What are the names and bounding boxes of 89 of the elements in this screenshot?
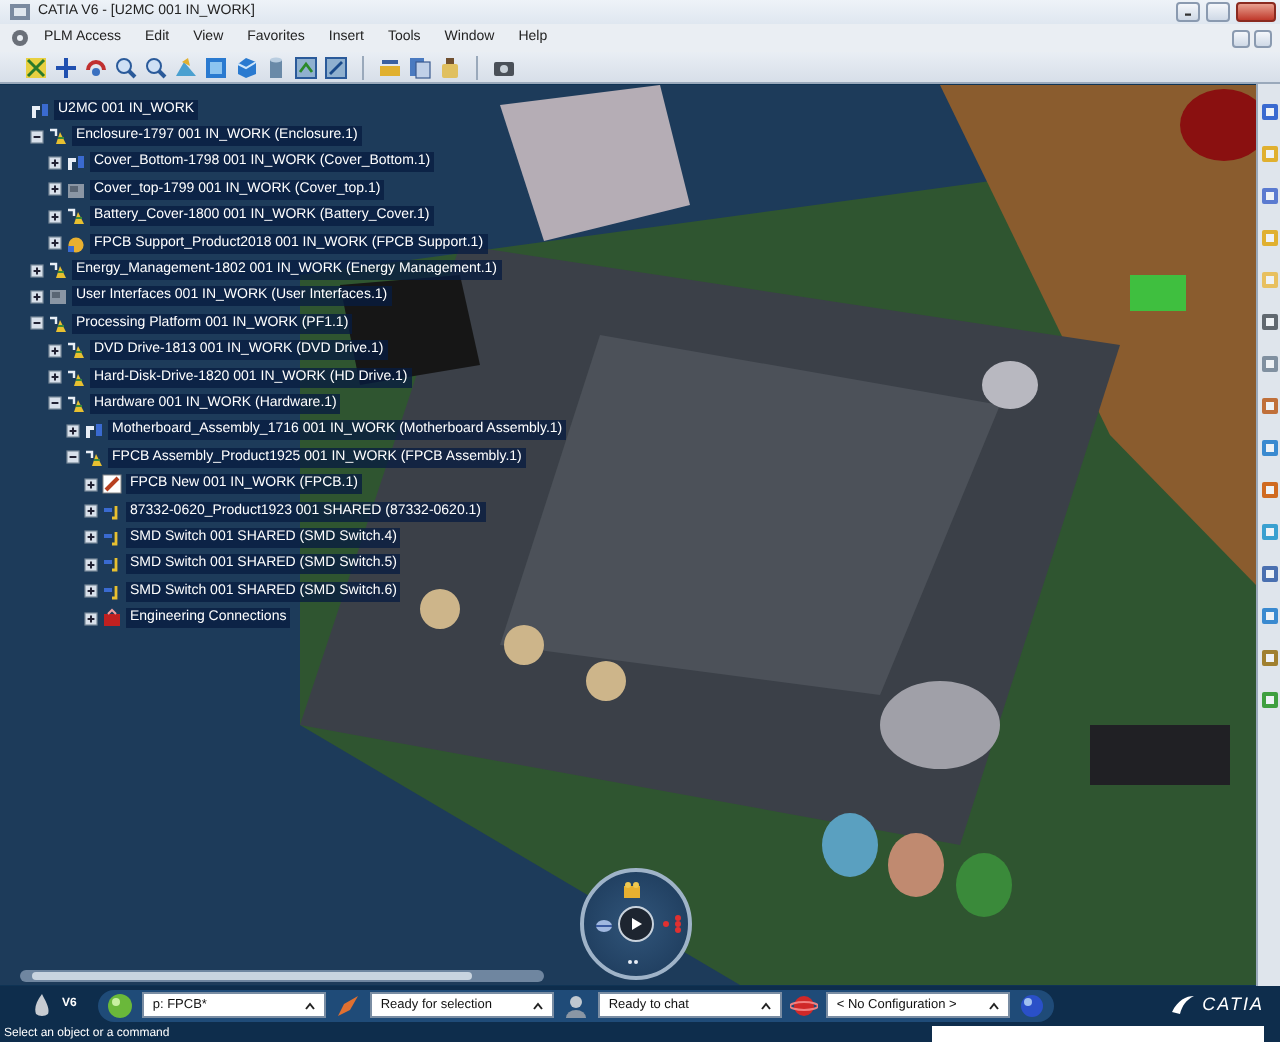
view-frame-icon[interactable] [294,55,318,79]
board-icon [102,474,122,495]
tool-icon[interactable] [1257,478,1280,502]
collapse-icon[interactable] [30,129,44,144]
zoom-out-icon[interactable] [144,55,168,79]
expand-icon[interactable] [84,611,98,626]
scrollbar-thumb[interactable] [32,972,472,980]
square-icon[interactable] [204,55,228,79]
expand-icon[interactable] [48,155,62,170]
tool-icon[interactable] [1257,100,1280,124]
cube-icon[interactable] [234,55,258,79]
assembly-icon [48,126,68,147]
swoosh-logo-icon [1168,991,1197,1019]
hierarchy-icon [662,914,682,934]
app-icon [8,0,32,24]
support-icon [66,233,86,254]
expand-icon[interactable] [48,370,62,385]
expand-icon[interactable] [48,209,62,224]
people-icon [622,880,642,900]
expand-icon[interactable] [84,557,98,572]
collapse-icon[interactable] [48,396,62,411]
expand-icon[interactable] [84,530,98,545]
documents-icon[interactable] [408,55,432,79]
shared-part-icon [102,581,122,602]
part-icon [66,152,86,173]
assembly-icon [66,393,86,414]
shared-part-icon [102,527,122,548]
expand-icon[interactable] [30,289,44,304]
assembly-icon [66,206,86,227]
tool-icon[interactable] [1257,604,1280,628]
collapse-icon[interactable] [30,316,44,331]
restore-button[interactable] [1254,29,1272,47]
tool-icon[interactable] [1257,646,1280,670]
rotate-icon[interactable] [84,55,108,79]
expand-icon[interactable] [48,236,62,251]
tool-icon[interactable] [1257,562,1280,586]
tool-icon[interactable] [1257,310,1280,334]
tool-icon[interactable] [1257,436,1280,460]
shared-part-icon [102,501,122,522]
assembly-icon [66,340,86,361]
assembly-icon [48,313,68,334]
planet-icon[interactable] [790,991,819,1019]
tool-icon[interactable] [1257,352,1280,376]
command-field[interactable] [932,1025,1264,1041]
expand-icon[interactable] [84,504,98,519]
expand-icon[interactable] [84,584,98,599]
minimize-button[interactable] [1176,2,1200,22]
brand-logo: CATIA [1202,991,1264,1018]
collapse-icon[interactable] [66,450,80,465]
connection-icon [102,608,122,629]
expand-icon[interactable] [48,343,62,358]
fit-all-icon[interactable] [24,55,48,79]
caret-icon[interactable] [760,1001,773,1009]
expand-icon[interactable] [48,182,62,197]
bottle-icon[interactable] [438,55,462,79]
block-icon [48,286,68,307]
tool-icon[interactable] [1257,184,1280,208]
ball-icon[interactable] [106,991,135,1019]
zoom-in-icon[interactable] [114,55,138,79]
arrow-frame-icon[interactable] [324,55,348,79]
expand-icon[interactable] [30,263,44,278]
tool-icon[interactable] [1257,520,1280,544]
globe-icon [594,914,614,934]
pen-icon[interactable] [334,991,363,1019]
sphere-icon[interactable] [1018,991,1047,1019]
cylinder-icon[interactable] [264,55,288,79]
shared-part-icon [102,554,122,575]
expand-icon[interactable] [66,423,80,438]
expand-icon[interactable] [84,477,98,492]
part-icon [30,99,50,120]
assembly-icon [48,260,68,281]
minimize-button[interactable] [1232,29,1250,47]
tool-icon[interactable] [1257,688,1280,712]
assembly-icon [66,367,86,388]
caret-icon[interactable] [532,1001,545,1009]
gear-icon[interactable] [8,26,32,50]
horizontal-scrollbar[interactable] [20,970,544,982]
part-icon [84,420,104,441]
tools-icon[interactable] [378,55,402,79]
caret-icon[interactable] [988,1001,1001,1009]
assembly-icon [84,447,104,468]
person-icon[interactable] [562,991,591,1019]
play-button[interactable] [618,906,654,942]
caret-icon[interactable] [304,1001,317,1009]
maximize-button[interactable] [1206,2,1230,22]
close-button[interactable] [1236,2,1276,22]
move-icon[interactable] [54,55,78,79]
play-icon [626,914,646,934]
tool-icon[interactable] [1257,394,1280,418]
